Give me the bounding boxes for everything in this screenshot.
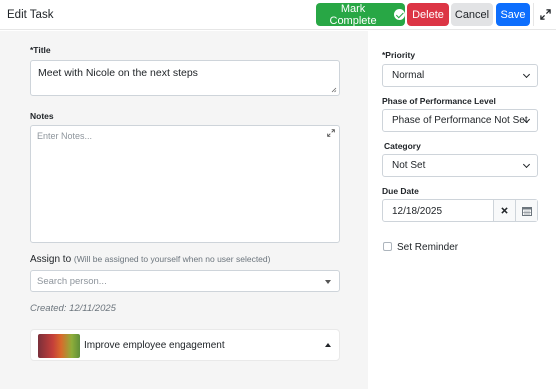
notes-field[interactable]: Enter Notes... [30, 125, 340, 243]
category-label: Category [384, 141, 421, 151]
due-date-label: Due Date [382, 186, 419, 196]
expand-icon[interactable] [327, 129, 335, 137]
assign-to-label: Assign to (Will be assigned to yourself … [30, 254, 270, 265]
check-circle-icon [394, 9, 405, 20]
phase-value: Phase of Performance Not Set [392, 115, 528, 126]
clear-icon [501, 207, 508, 214]
assign-label: Assign to [30, 254, 72, 265]
phase-label: Phase of Performance Level [382, 96, 496, 106]
assign-placeholder: Search person... [37, 276, 107, 287]
assign-hint: (Will be assigned to yourself when no us… [73, 254, 271, 264]
assign-person-select[interactable]: Search person... [30, 270, 340, 292]
save-button[interactable]: Save [496, 3, 530, 26]
title-label: *Title [30, 45, 51, 55]
set-reminder-checkbox[interactable] [383, 242, 392, 251]
title-field[interactable]: Meet with Nicole on the next steps [30, 60, 340, 96]
calendar-icon [521, 206, 532, 216]
phase-select[interactable]: Phase of Performance Not Set [382, 109, 538, 132]
goal-card[interactable]: Improve employee engagement [30, 329, 340, 361]
header-bar: Edit Task Mark Complete Delete Cancel Sa… [0, 0, 556, 30]
category-value: Not Set [392, 160, 426, 171]
priority-select[interactable]: Normal [382, 64, 538, 87]
title-value: Meet with Nicole on the next steps [38, 67, 198, 79]
expand-button[interactable] [533, 3, 556, 26]
due-date-input[interactable]: 12/18/2025 [392, 206, 442, 217]
due-date-group: 12/18/2025 [382, 199, 538, 222]
set-reminder-label: Set Reminder [397, 242, 459, 253]
created-date: Created: 12/11/2025 [30, 303, 116, 314]
category-select[interactable]: Not Set [382, 154, 538, 177]
goal-title: Improve employee engagement [84, 340, 225, 351]
caret-up-icon[interactable] [325, 343, 331, 347]
resize-icon [331, 87, 337, 93]
page-title: Edit Task [7, 9, 54, 21]
chevron-down-icon [522, 160, 531, 168]
expand-icon [539, 9, 551, 20]
cancel-button[interactable]: Cancel [451, 3, 493, 26]
priority-value: Normal [392, 70, 425, 81]
caret-down-icon [325, 280, 331, 284]
priority-label: *Priority [382, 50, 416, 60]
chevron-down-icon [522, 115, 531, 123]
notes-label: Notes [30, 111, 54, 121]
delete-button[interactable]: Delete [407, 3, 449, 26]
mark-complete-label: Mark Complete [329, 2, 377, 27]
clear-date-button[interactable] [493, 200, 515, 221]
chevron-down-icon [522, 70, 531, 78]
mark-complete-button[interactable]: Mark Complete [316, 2, 405, 27]
calendar-button[interactable] [515, 200, 537, 221]
goal-thumbnail [38, 334, 80, 358]
notes-placeholder: Enter Notes... [37, 131, 93, 141]
